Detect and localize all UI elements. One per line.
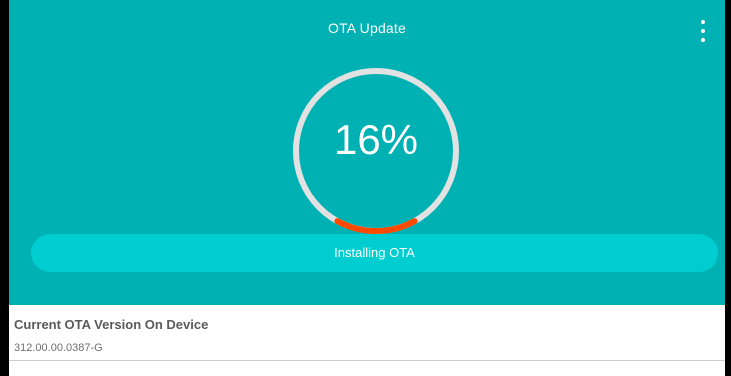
page-title: OTA Update bbox=[327, 20, 406, 36]
more-vert-icon[interactable] bbox=[695, 20, 711, 42]
divider bbox=[9, 360, 725, 361]
device-frame: OTA Update 16% Installing OTA Current OT… bbox=[0, 0, 731, 376]
menu-dot bbox=[701, 20, 705, 24]
menu-dot bbox=[701, 29, 705, 33]
menu-dot bbox=[701, 38, 705, 42]
current-version-section: Current OTA Version On Device 312.00.00.… bbox=[9, 305, 725, 376]
installing-ota-button[interactable]: Installing OTA bbox=[31, 234, 718, 272]
ota-update-screen: OTA Update 16% Installing OTA Current OT… bbox=[9, 0, 725, 376]
current-version-label: Current OTA Version On Device bbox=[14, 317, 209, 332]
current-version-value: 312.00.00.0387-G bbox=[14, 342, 103, 354]
ota-header: OTA Update 16% Installing OTA bbox=[9, 0, 725, 305]
progress-percent: 16% bbox=[333, 116, 419, 163]
